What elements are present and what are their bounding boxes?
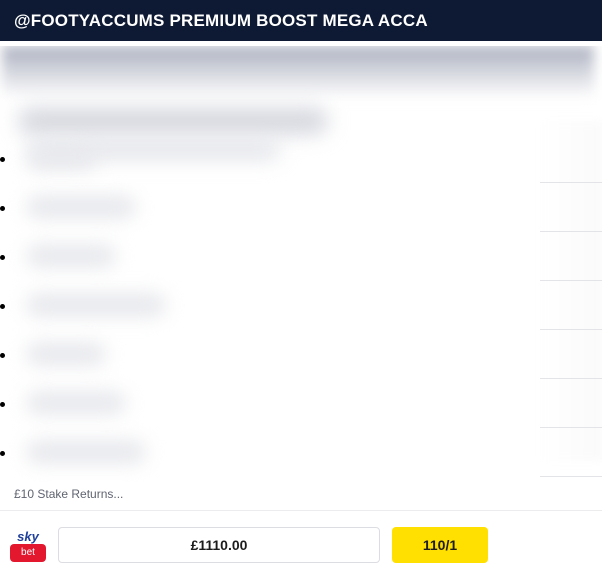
footer-divider xyxy=(0,510,602,511)
blurred-selection-text xyxy=(26,146,96,170)
acca-widget: @FOOTYACCUMS PREMIUM BOOST MEGA ACCA £10… xyxy=(0,0,602,570)
blurred-heading xyxy=(2,46,594,98)
skybet-logo[interactable]: sky bet xyxy=(10,530,46,563)
odds-button[interactable]: 110/1 xyxy=(392,527,488,563)
blurred-selections-panel xyxy=(0,46,602,482)
selection-row xyxy=(0,183,602,232)
blurred-selection-text xyxy=(26,293,166,317)
skybet-logo-bet: bet xyxy=(10,544,46,562)
blurred-subheading xyxy=(18,108,328,134)
selection-row xyxy=(0,281,602,330)
row-divider xyxy=(540,476,602,477)
selection-row xyxy=(0,232,602,281)
skybet-logo-sky: sky xyxy=(17,529,39,544)
bullet-icon xyxy=(0,402,5,407)
bullet-icon xyxy=(0,353,5,358)
potential-returns-display: £1110.00 xyxy=(58,527,380,563)
widget-title: @FOOTYACCUMS PREMIUM BOOST MEGA ACCA xyxy=(0,0,602,41)
stake-returns-label: £10 Stake Returns... xyxy=(14,487,124,501)
bullet-icon xyxy=(0,206,5,211)
bullet-icon xyxy=(0,157,5,162)
bullet-icon xyxy=(0,255,5,260)
bullet-icon xyxy=(0,304,5,309)
selection-row xyxy=(0,134,602,183)
blurred-selection-text xyxy=(26,391,126,415)
blurred-selection-text xyxy=(26,195,136,219)
selection-row xyxy=(0,330,602,379)
blurred-selection-text xyxy=(26,244,116,268)
bullet-icon xyxy=(0,451,5,456)
selection-row xyxy=(0,428,602,477)
blurred-selection-text xyxy=(26,440,146,464)
selection-list xyxy=(0,134,602,477)
blurred-selection-text xyxy=(26,342,106,366)
selection-row xyxy=(0,379,602,428)
